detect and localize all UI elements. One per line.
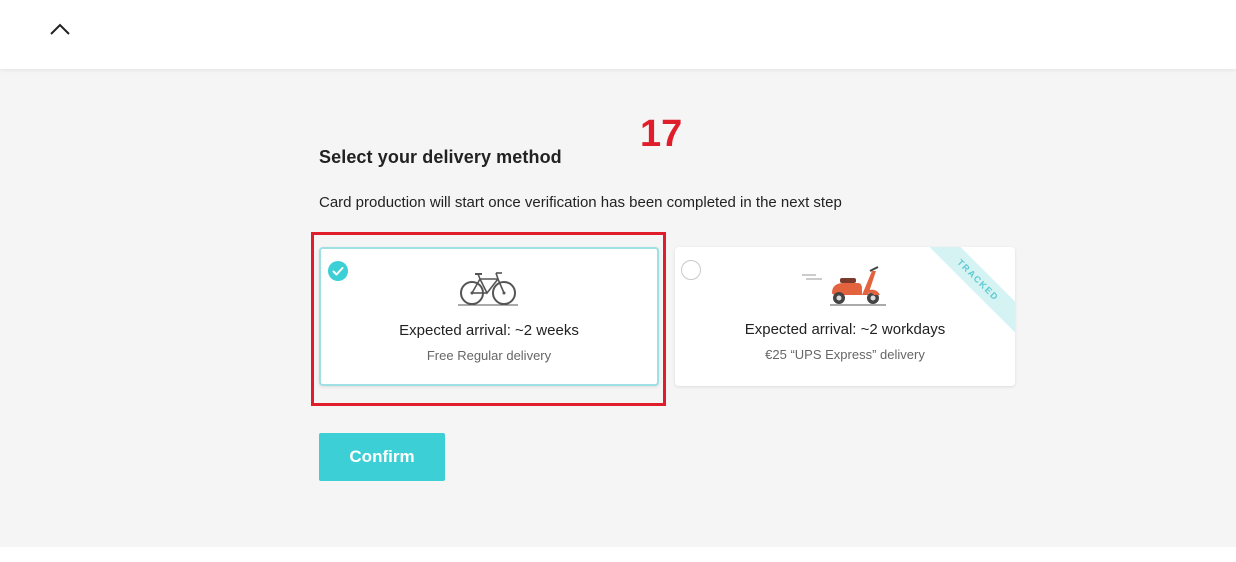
- step-number-annotation: 17: [640, 113, 683, 155]
- radio-checked[interactable]: [328, 261, 348, 281]
- arrival-time: Expected arrival: ~2 weeks: [399, 322, 579, 339]
- confirm-button[interactable]: Confirm: [319, 433, 445, 481]
- collapse-button[interactable]: [44, 15, 76, 43]
- page-title: Select your delivery method: [319, 147, 562, 167]
- delivery-option-regular[interactable]: Expected arrival: ~2 weeks Free Regular …: [319, 247, 659, 386]
- delivery-option-express[interactable]: TRACKED Expected arrival: ~2 workdays €2…: [675, 247, 1015, 386]
- bicycle-icon: [458, 272, 518, 306]
- delivery-method-label: €25 “UPS Express” delivery: [765, 347, 925, 362]
- delivery-method-label: Free Regular delivery: [426, 348, 552, 363]
- arrival-time: Expected arrival: ~2 workdays: [744, 321, 946, 338]
- chevron-up-icon: [50, 23, 70, 35]
- page-subtitle: Card production will start once verifica…: [319, 194, 842, 211]
- scooter-icon: [802, 266, 886, 306]
- radio-unchecked[interactable]: [681, 260, 701, 280]
- top-bar: [0, 0, 1236, 69]
- page-footer: [0, 547, 1236, 562]
- checkmark-icon: [332, 267, 344, 276]
